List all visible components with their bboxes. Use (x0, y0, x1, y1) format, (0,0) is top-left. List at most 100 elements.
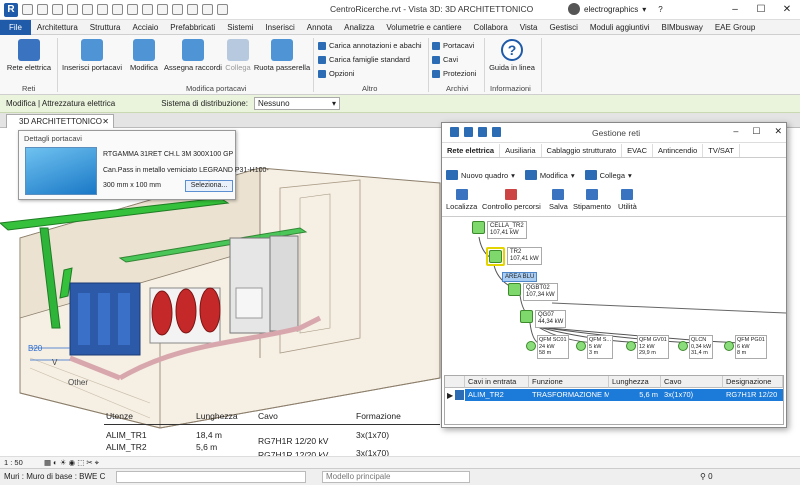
sync-icon[interactable] (52, 4, 63, 15)
modifica-button[interactable]: Modifica (127, 39, 161, 72)
section-icon[interactable] (172, 4, 183, 15)
inserisci-portacavi-button[interactable]: Inserisci portacavi (58, 39, 126, 72)
rete-elettrica-button[interactable]: Rete elettrica (4, 39, 54, 72)
node-qgbt02[interactable]: QGBT02 107,34 kW (508, 283, 558, 301)
close-icon[interactable]: ✕ (774, 126, 782, 137)
view-controls-icon[interactable]: ▦ ◐ ☀ ◉ ⬚ ✂ ⌖ (44, 458, 99, 468)
menu-analizza[interactable]: Analizza (338, 20, 380, 35)
seleziona-button[interactable]: Seleziona... (185, 180, 233, 192)
selection-filter-icon[interactable]: ⚲ 0 (700, 472, 713, 481)
view-tab-3d[interactable]: 3D ARCHITETTONICO ✕ (6, 114, 114, 128)
menu-struttura[interactable]: Struttura (84, 20, 127, 35)
account-menu[interactable]: electrographics ▾ ? (568, 3, 663, 15)
carica-annotazioni-button[interactable]: Carica annotazioni e abachi (318, 41, 422, 50)
print-icon[interactable] (97, 4, 108, 15)
switch-windows-icon[interactable] (217, 4, 228, 15)
system-select[interactable]: Nessuno ▾ (253, 97, 340, 110)
guida-button[interactable]: ? Guida in linea (486, 39, 538, 72)
node-tr2[interactable]: TR2 107,41 kW (486, 247, 542, 266)
save-icon[interactable] (37, 4, 48, 15)
col-cavi-in-entrata[interactable]: Cavi in entrata (465, 376, 529, 388)
menu-eae-group[interactable]: EAE Group (709, 20, 761, 35)
maximize-icon[interactable]: ☐ (748, 0, 774, 20)
localizza-button[interactable]: Localizza (446, 189, 477, 211)
controllo-percorsi-button[interactable]: Controllo percorsi (482, 189, 541, 211)
close-icon[interactable]: ✕ (774, 0, 800, 20)
text-icon[interactable] (142, 4, 153, 15)
menu-gestisci[interactable]: Gestisci (543, 20, 583, 35)
menu-prefabbricati[interactable]: Prefabbricati (164, 20, 221, 35)
leaf-qfm-gv01[interactable]: QFM GV01 12 kW 29,9 m (626, 335, 669, 359)
collega-button[interactable]: Collega (223, 39, 253, 72)
col-cavo[interactable]: Cavo (661, 376, 723, 388)
list-icon[interactable] (492, 127, 501, 137)
portacavi-archive-button[interactable]: Portacavi (432, 41, 474, 50)
leaf-qfm-sc01[interactable]: QFM SC01 24 kW 58 m (526, 335, 569, 359)
maximize-icon[interactable]: ☐ (752, 126, 760, 137)
menu-bimbusway[interactable]: BIMbusway (655, 20, 708, 35)
menu-sistemi[interactable]: Sistemi (221, 20, 259, 35)
table-cell[interactable]: 5,6 m (609, 389, 661, 401)
scale-label[interactable]: 1 : 50 (4, 458, 23, 467)
node-qg07[interactable]: QG07 44,34 kW (520, 310, 567, 328)
collega-dropdown[interactable]: Collega ▾ (584, 165, 632, 185)
measure-icon[interactable] (112, 4, 123, 15)
stipamento-button[interactable]: Stipamento (573, 189, 611, 211)
3d-view-icon[interactable] (157, 4, 168, 15)
sheet-icon[interactable] (478, 127, 487, 137)
node-cella-tr2[interactable]: CELLA_TR2 107,41 kW (472, 221, 527, 239)
leaf-qfm-s[interactable]: QFM S... 5 kW 3 m (576, 335, 613, 359)
modifica-dropdown[interactable]: Modifica ▾ (524, 165, 575, 185)
menu-acciaio[interactable]: Acciaio (126, 20, 164, 35)
undo-icon[interactable] (67, 4, 78, 15)
menu-architettura[interactable]: Architettura (31, 20, 84, 35)
tab-evac[interactable]: EVAC (622, 144, 654, 157)
menu-volumetrie[interactable]: Volumetrie e cantiere (380, 20, 467, 35)
salva-button[interactable]: Salva (549, 189, 568, 211)
table-cell[interactable]: TRASFORMAZIONE M (529, 389, 609, 401)
area-label: AREA BLU (502, 272, 538, 282)
menu-annota[interactable]: Annota (301, 20, 338, 35)
nuovo-quadro-dropdown[interactable]: Nuovo quadro ▾ (446, 165, 515, 185)
col-designazione[interactable]: Designazione (723, 376, 783, 388)
close-icon[interactable]: ✕ (102, 115, 109, 128)
tab-cablaggio[interactable]: Cablaggio strutturato (542, 144, 623, 157)
tab-antincendio[interactable]: Antincendio (653, 144, 704, 157)
menu-collabora[interactable]: Collabora (468, 20, 514, 35)
close-hidden-icon[interactable] (202, 4, 213, 15)
table-cell[interactable]: ALIM_TR2 (465, 389, 529, 401)
open-icon[interactable] (22, 4, 33, 15)
help-icon[interactable]: ? (658, 5, 662, 14)
tab-rete-elettrica[interactable]: Rete elettrica (442, 144, 501, 157)
redo-icon[interactable] (82, 4, 93, 15)
assegna-raccordi-button[interactable]: Assegna raccordi (162, 39, 224, 72)
grid-icon[interactable] (450, 127, 459, 137)
menu-vista[interactable]: Vista (514, 20, 544, 35)
tag-icon[interactable] (127, 4, 138, 15)
tab-tvsat[interactable]: TV/SAT (703, 144, 740, 157)
protezioni-archive-button[interactable]: Protezioni (432, 69, 476, 78)
menu-inserisci[interactable]: Inserisci (259, 20, 300, 35)
leaf-qlcn[interactable]: QLCN 0,34 kW 31,4 m (678, 335, 714, 359)
opzioni-button[interactable]: Opzioni (318, 69, 354, 78)
col-lunghezza[interactable]: Lunghezza (609, 376, 661, 388)
menu-file[interactable]: File (0, 19, 31, 35)
cavi-archive-button[interactable]: Cavi (432, 55, 458, 64)
thin-lines-icon[interactable] (187, 4, 198, 15)
ruota-passerella-button[interactable]: Ruota passerella (253, 39, 311, 72)
text-a-icon[interactable] (464, 127, 473, 137)
carica-famiglie-button[interactable]: Carica famiglie standard (318, 55, 410, 64)
col-funzione[interactable]: Funzione (529, 376, 609, 388)
utilita-button[interactable]: Utilità (618, 189, 637, 211)
table-cell[interactable]: 3x(1x70) (661, 389, 723, 401)
network-diagram[interactable]: CELLA_TR2 107,41 kW TR2 107,41 kW AREA BLU… (442, 216, 786, 368)
minimize-icon[interactable]: – (722, 0, 748, 20)
table-cell[interactable]: RG7H1R 12/20 (723, 389, 783, 401)
minimize-icon[interactable]: – (733, 126, 738, 137)
menu-moduli[interactable]: Moduli aggiuntivi (584, 20, 656, 35)
revit-logo[interactable]: R (4, 2, 18, 17)
workset-select[interactable] (116, 471, 306, 483)
tab-ausiliaria[interactable]: Ausiliaria (500, 144, 542, 157)
model-select[interactable]: Modello principale (322, 471, 470, 483)
leaf-qfm-pg01[interactable]: QFM PG01 6 kW 8 m (724, 335, 767, 359)
